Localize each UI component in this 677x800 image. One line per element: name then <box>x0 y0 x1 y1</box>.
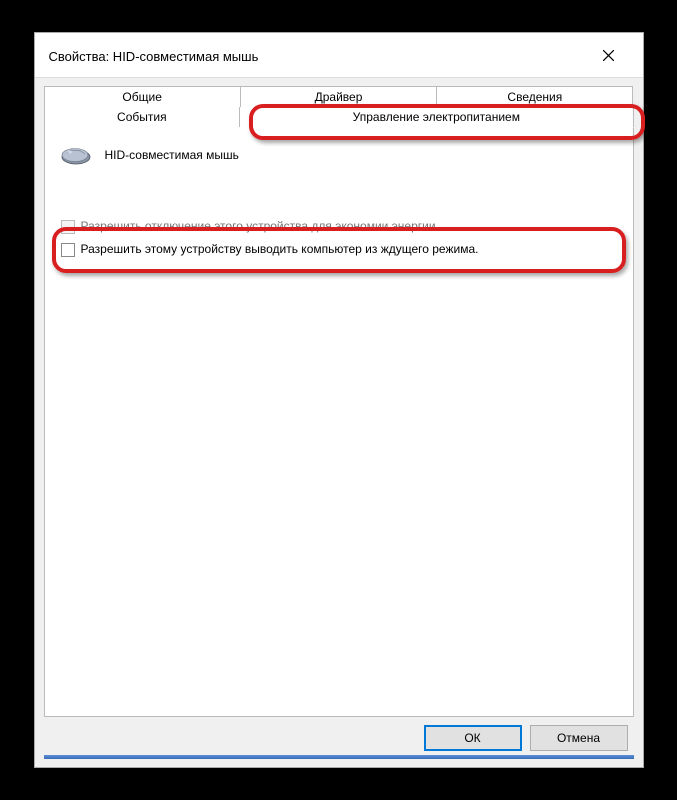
tab-panel-power: HID-совместимая мышь Разрешить отключени… <box>44 127 634 717</box>
mouse-icon <box>59 143 93 167</box>
tab-strip: Общие Драйвер Сведения События Управлени… <box>44 86 634 128</box>
label-allow-turn-off: Разрешить отключение этого устройства дл… <box>81 219 439 234</box>
device-name: HID-совместимая мышь <box>105 148 239 162</box>
ok-button[interactable]: ОК <box>424 725 522 751</box>
option-allow-turn-off: Разрешить отключение этого устройства дл… <box>61 217 619 236</box>
close-button[interactable] <box>589 43 629 69</box>
titlebar: Свойства: HID-совместимая мышь <box>35 33 643 77</box>
screenshot-frame: Свойства: HID-совместимая мышь Общие Дра… <box>27 25 651 775</box>
bottom-edge-decoration <box>44 755 634 759</box>
window-title: Свойства: HID-совместимая мышь <box>49 49 259 64</box>
properties-dialog: Свойства: HID-совместимая мышь Общие Дра… <box>34 32 644 768</box>
tab-driver[interactable]: Драйвер <box>241 86 437 107</box>
close-icon <box>603 48 614 64</box>
tab-power-management[interactable]: Управление электропитанием <box>240 107 633 128</box>
checkbox-allow-turn-off <box>61 220 75 234</box>
tab-general[interactable]: Общие <box>44 86 241 107</box>
tab-events[interactable]: События <box>44 107 241 128</box>
dialog-body: Общие Драйвер Сведения События Управлени… <box>35 77 643 767</box>
tab-details[interactable]: Сведения <box>437 86 633 107</box>
label-allow-wake: Разрешить этому устройству выводить комп… <box>81 242 479 257</box>
option-allow-wake[interactable]: Разрешить этому устройству выводить комп… <box>61 240 619 259</box>
cancel-button[interactable]: Отмена <box>530 725 628 751</box>
button-bar: ОК Отмена <box>44 717 634 755</box>
checkbox-allow-wake[interactable] <box>61 243 75 257</box>
device-header: HID-совместимая мышь <box>59 141 619 185</box>
